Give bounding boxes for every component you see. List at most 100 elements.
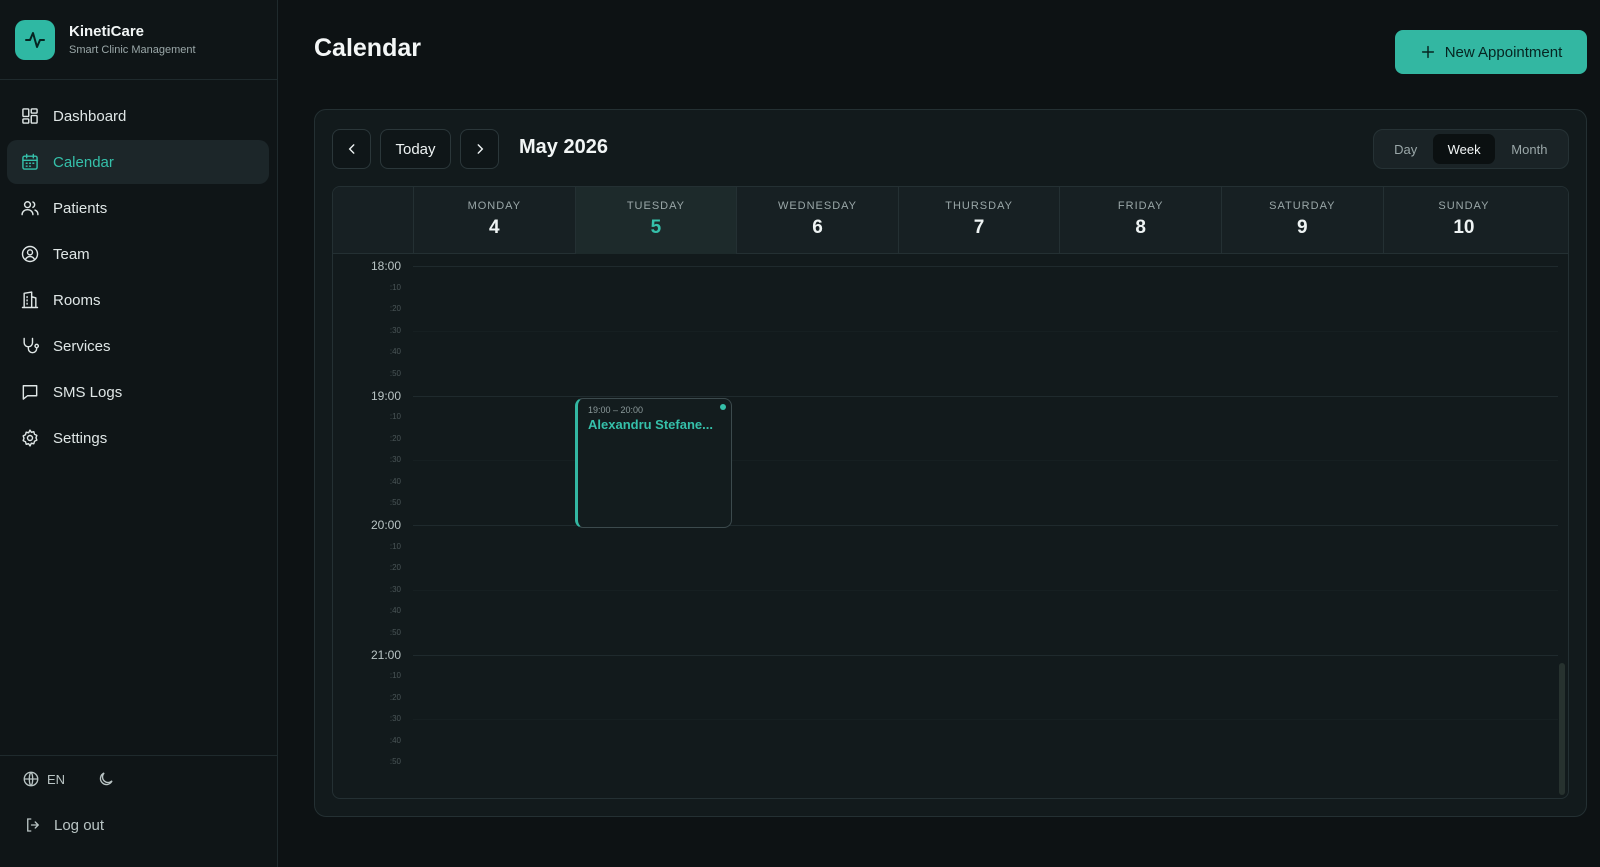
minor-time-label: :10 bbox=[389, 282, 401, 292]
day-number: 9 bbox=[1297, 217, 1308, 238]
today-button[interactable]: Today bbox=[380, 129, 451, 169]
appointment-card[interactable]: 19:00 – 20:00 Alexandru Stefane... bbox=[575, 398, 732, 528]
hour-label: 20:00 bbox=[370, 518, 401, 532]
chevron-left-icon bbox=[348, 144, 354, 154]
minor-time-label: :30 bbox=[389, 584, 401, 594]
view-option-week[interactable]: Week bbox=[1433, 134, 1495, 164]
hour-line bbox=[413, 395, 1558, 397]
language-switcher[interactable]: EN bbox=[22, 770, 65, 788]
day-name: SATURDAY bbox=[1269, 200, 1336, 212]
day-column-header-monday[interactable]: MONDAY 4 bbox=[413, 187, 575, 254]
day-column-header-saturday[interactable]: SATURDAY 9 bbox=[1221, 187, 1383, 254]
day-column-header-tuesday[interactable]: TUESDAY 5 bbox=[574, 187, 737, 254]
appointment-patient: Alexandru Stefane... bbox=[588, 417, 713, 432]
sidebar-item-settings[interactable]: Settings bbox=[7, 416, 269, 460]
gear-icon bbox=[22, 429, 38, 447]
view-switcher: Day Week Month bbox=[1373, 129, 1569, 169]
minor-time-label: :30 bbox=[389, 325, 401, 335]
day-column-header-sunday[interactable]: SUNDAY 10 bbox=[1382, 187, 1545, 254]
plus-icon bbox=[1421, 45, 1434, 59]
hour-line bbox=[413, 266, 1558, 267]
half-hour-line bbox=[413, 330, 1558, 332]
day-column-header-friday[interactable]: FRIDAY 8 bbox=[1059, 187, 1221, 254]
day-number: 7 bbox=[973, 217, 985, 238]
day-number: 5 bbox=[650, 217, 662, 238]
page-title: Calendar bbox=[314, 34, 421, 62]
sidebar-item-label: Settings bbox=[53, 429, 108, 447]
appointment-time: 19:00 – 20:00 bbox=[588, 405, 644, 415]
sidebar-item-calendar[interactable]: Calendar bbox=[7, 140, 269, 184]
brand-name: KinetiCare bbox=[69, 23, 145, 40]
minor-time-label: :20 bbox=[389, 304, 401, 314]
minor-time-label: :20 bbox=[389, 692, 401, 702]
brand-subtitle: Smart Clinic Management bbox=[69, 44, 196, 56]
prev-week-button[interactable] bbox=[332, 129, 371, 169]
minor-time-label: :40 bbox=[389, 735, 401, 745]
sidebar-item-label: Dashboard bbox=[53, 107, 127, 125]
calendar-panel: Today May 2026 Day Week Month MONDAY 4 TUESD… bbox=[314, 109, 1587, 817]
day-name: TUESDAY bbox=[626, 200, 685, 212]
sidebar-item-dashboard[interactable]: Dashboard bbox=[7, 94, 269, 138]
minor-time-label: :10 bbox=[389, 671, 401, 681]
sidebar-item-label: Calendar bbox=[53, 153, 114, 171]
scrollbar-thumb[interactable] bbox=[1559, 663, 1565, 795]
chevron-right-icon bbox=[477, 144, 483, 154]
logout-icon bbox=[27, 818, 40, 832]
day-name: THURSDAY bbox=[945, 200, 1013, 212]
minor-time-label: :40 bbox=[389, 476, 401, 486]
day-column-header-wednesday[interactable]: WEDNESDAY 6 bbox=[736, 187, 898, 254]
brand[interactable]: KinetiCare Smart Clinic Management bbox=[0, 0, 277, 80]
new-appointment-label: New Appointment bbox=[1444, 43, 1563, 61]
hour-line bbox=[413, 654, 1558, 656]
minor-time-label: :20 bbox=[389, 563, 401, 573]
week-grid: MONDAY 4 TUESDAY 5 WEDNESDAY 6 THURSDAY 7 FRIDAY… bbox=[332, 186, 1569, 799]
stethoscope-icon bbox=[23, 337, 40, 354]
half-hour-line bbox=[413, 719, 1558, 721]
day-column-header-thursday[interactable]: THURSDAY 7 bbox=[897, 187, 1060, 254]
sidebar-item-team[interactable]: Team bbox=[7, 232, 269, 276]
message-icon bbox=[22, 385, 38, 400]
day-number: 6 bbox=[812, 217, 823, 238]
new-appointment-button[interactable]: New Appointment bbox=[1395, 30, 1587, 74]
moon-icon bbox=[99, 772, 113, 786]
logout-button[interactable]: Log out bbox=[0, 802, 277, 848]
day-name: SUNDAY bbox=[1438, 200, 1490, 212]
minor-time-label: :10 bbox=[389, 412, 401, 422]
hour-label: 18:00 bbox=[370, 259, 401, 273]
building-icon bbox=[21, 291, 39, 309]
sidebar-nav: Dashboard Calendar Patients Team Rooms Servic… bbox=[0, 80, 277, 462]
sidebar-item-sms-logs[interactable]: SMS Logs bbox=[7, 370, 269, 414]
sidebar-item-label: SMS Logs bbox=[53, 383, 123, 401]
view-option-month[interactable]: Month bbox=[1495, 134, 1564, 164]
user-circle-icon bbox=[21, 245, 39, 263]
sidebar-item-services[interactable]: Services bbox=[7, 324, 269, 368]
sidebar-item-patients[interactable]: Patients bbox=[7, 186, 269, 230]
next-week-button[interactable] bbox=[460, 129, 499, 169]
hour-label: 21:00 bbox=[370, 647, 401, 662]
sidebar-item-label: Patients bbox=[53, 199, 108, 217]
minor-time-label: :30 bbox=[389, 714, 401, 724]
minor-time-label: :50 bbox=[389, 757, 401, 767]
theme-toggle[interactable] bbox=[97, 770, 115, 788]
calendar-icon bbox=[22, 153, 38, 170]
minor-time-label: :50 bbox=[389, 368, 401, 378]
users-icon bbox=[21, 201, 39, 216]
sidebar-footer: EN Log out bbox=[0, 755, 277, 867]
time-grid[interactable]: 19:00 – 20:00 Alexandru Stefane... 18:00… bbox=[333, 254, 1568, 798]
view-option-day[interactable]: Day bbox=[1378, 134, 1433, 164]
sidebar-item-label: Team bbox=[53, 245, 90, 263]
sidebar-item-label: Rooms bbox=[53, 291, 101, 309]
sidebar-item-label: Services bbox=[53, 337, 111, 355]
day-number: 8 bbox=[1135, 217, 1146, 238]
language-label: EN bbox=[47, 771, 66, 787]
status-dot bbox=[720, 404, 726, 410]
minor-time-label: :40 bbox=[389, 347, 401, 357]
dashboard-icon bbox=[22, 108, 38, 124]
minor-time-label: :30 bbox=[389, 455, 401, 465]
day-name: WEDNESDAY bbox=[777, 200, 858, 212]
minor-time-label: :50 bbox=[389, 498, 401, 508]
sidebar-item-rooms[interactable]: Rooms bbox=[7, 278, 269, 322]
minor-time-label: :10 bbox=[389, 541, 401, 551]
minor-time-label: :20 bbox=[389, 433, 401, 443]
sidebar: KinetiCare Smart Clinic Management Dashb… bbox=[0, 0, 278, 867]
